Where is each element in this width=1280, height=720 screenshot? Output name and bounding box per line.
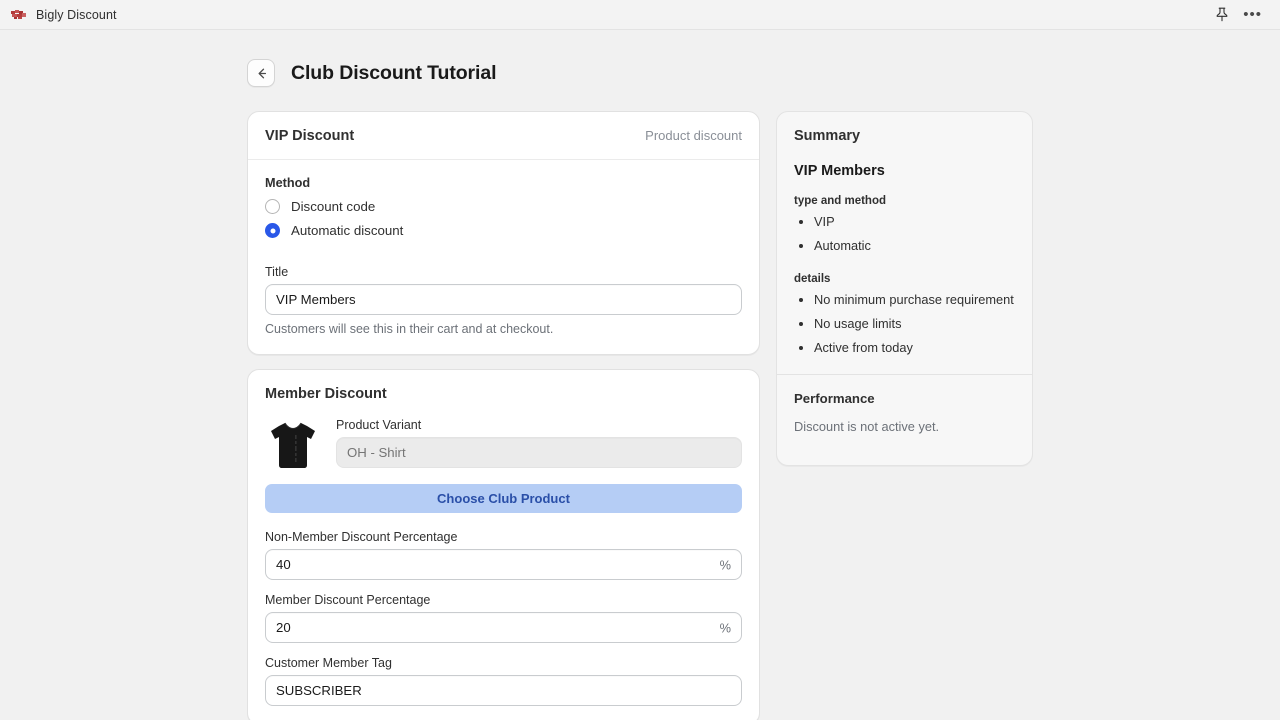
summary-details-list: No minimum purchase requirement No usage… bbox=[794, 291, 1015, 357]
page-title: Club Discount Tutorial bbox=[291, 61, 497, 84]
summary-section: Summary VIP Members type and method VIP … bbox=[777, 112, 1032, 374]
radio-label-automatic-discount: Automatic discount bbox=[291, 223, 404, 238]
summary-type-and-method-label: type and method bbox=[794, 195, 887, 207]
choose-club-product-button[interactable]: Choose Club Product bbox=[265, 484, 742, 513]
member-percentage-input[interactable] bbox=[265, 612, 742, 643]
member-percentage-group: Member Discount Percentage % bbox=[265, 593, 742, 643]
radio-option-automatic-discount[interactable]: Automatic discount bbox=[265, 223, 742, 238]
arrow-left-icon bbox=[258, 68, 266, 78]
member-percentage-label: Member Discount Percentage bbox=[265, 593, 431, 607]
method-label: Method bbox=[265, 176, 311, 190]
vip-discount-card-body: Method Discount code Automatic discount … bbox=[248, 160, 759, 354]
product-variant-label: Product Variant bbox=[336, 418, 422, 432]
non-member-percentage-group: Non-Member Discount Percentage % bbox=[265, 530, 742, 580]
list-item: Automatic bbox=[814, 237, 1015, 254]
pin-icon[interactable] bbox=[1215, 7, 1229, 22]
page-content: Club Discount Tutorial VIP Discount Prod… bbox=[0, 30, 1280, 720]
member-discount-title: Member Discount bbox=[265, 386, 387, 402]
summary-column: Summary VIP Members type and method VIP … bbox=[776, 111, 1033, 480]
radio-label-discount-code: Discount code bbox=[291, 199, 376, 214]
bigly-logo-icon bbox=[10, 9, 27, 21]
title-input[interactable] bbox=[265, 284, 742, 315]
back-button[interactable] bbox=[247, 59, 275, 87]
discount-type-badge: Product discount bbox=[645, 128, 742, 143]
list-item: Active from today bbox=[814, 339, 1015, 356]
customer-member-tag-label: Customer Member Tag bbox=[265, 656, 392, 670]
summary-title: Summary bbox=[794, 128, 861, 144]
vip-discount-title: VIP Discount bbox=[265, 128, 355, 144]
performance-text: Discount is not active yet. bbox=[794, 419, 940, 435]
non-member-percentage-input[interactable] bbox=[265, 549, 742, 580]
title-field-group: Title Customers will see this in their c… bbox=[265, 265, 742, 336]
app-topbar: Bigly Discount ••• bbox=[0, 0, 1280, 30]
member-discount-card: Member Discount Product Variant OH - Shi… bbox=[247, 369, 760, 720]
app-name-label: Bigly Discount bbox=[36, 7, 117, 22]
product-variant-row: Product Variant bbox=[265, 416, 742, 471]
product-variant-field-group: Product Variant bbox=[336, 416, 742, 468]
product-variant-input[interactable] bbox=[336, 437, 742, 468]
tshirt-thumbnail bbox=[265, 419, 321, 471]
main-column: VIP Discount Product discount Method Dis… bbox=[247, 111, 760, 720]
list-item: No usage limits bbox=[814, 315, 1015, 332]
summary-card: Summary VIP Members type and method VIP … bbox=[776, 111, 1033, 466]
page-scroll-region[interactable]: Club Discount Tutorial VIP Discount Prod… bbox=[0, 30, 1280, 720]
radio-unchecked-icon[interactable] bbox=[265, 199, 280, 214]
radio-option-discount-code[interactable]: Discount code bbox=[265, 199, 742, 214]
radio-checked-icon[interactable] bbox=[265, 223, 280, 238]
list-item: No minimum purchase requirement bbox=[814, 291, 1015, 308]
performance-section: Performance Discount is not active yet. bbox=[777, 374, 1032, 465]
summary-details-label: details bbox=[794, 272, 831, 285]
vip-discount-card: VIP Discount Product discount Method Dis… bbox=[247, 111, 760, 355]
title-field-label: Title bbox=[265, 265, 289, 279]
vip-discount-card-header: VIP Discount Product discount bbox=[248, 112, 759, 160]
summary-type-and-method-list: VIP Automatic bbox=[794, 213, 1015, 255]
customer-member-tag-input[interactable] bbox=[265, 675, 742, 706]
ellipsis-icon[interactable]: ••• bbox=[1243, 7, 1262, 22]
two-column-layout: VIP Discount Product discount Method Dis… bbox=[0, 96, 1280, 720]
title-help-text: Customers will see this in their cart an… bbox=[265, 322, 554, 336]
page-header: Club Discount Tutorial bbox=[0, 50, 1280, 96]
performance-title: Performance bbox=[794, 391, 875, 407]
customer-member-tag-group: Customer Member Tag bbox=[265, 656, 742, 706]
topbar-right-group: ••• bbox=[1215, 7, 1270, 22]
list-item: VIP bbox=[814, 213, 1015, 230]
summary-discount-name: VIP Members bbox=[794, 163, 885, 179]
non-member-percentage-label: Non-Member Discount Percentage bbox=[265, 530, 458, 544]
member-discount-card-body: Member Discount Product Variant OH - Shi… bbox=[248, 370, 759, 720]
topbar-left-group: Bigly Discount bbox=[10, 8, 117, 22]
